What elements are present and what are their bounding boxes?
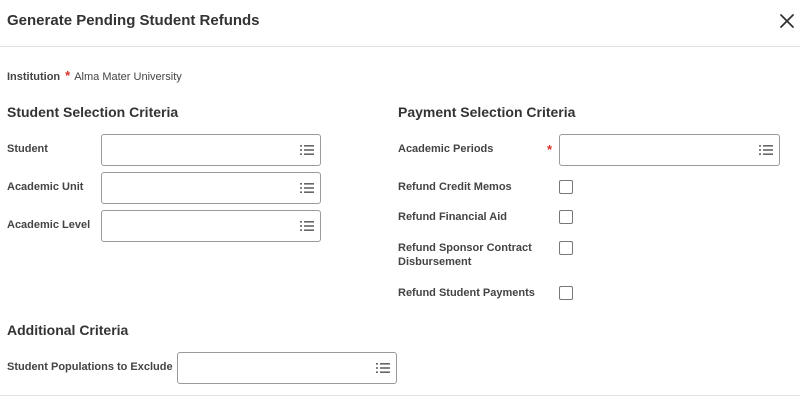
refund-student-payments-label: Refund Student Payments [398,287,535,299]
required-mark: * [65,68,71,83]
list-prompt-icon[interactable] [376,362,390,374]
list-prompt-icon[interactable] [300,220,314,232]
refund-financial-aid-checkbox[interactable] [559,210,573,224]
institution-label: Institution [7,71,61,83]
refund-credit-memos-label: Refund Credit Memos [398,181,512,193]
academic-unit-label: Academic Unit [7,181,84,193]
refund-sponsor-contract-label-line1: Refund Sponsor Contract [398,242,532,254]
refund-financial-aid-label: Refund Financial Aid [398,211,507,223]
divider [0,395,800,396]
academic-periods-input[interactable] [559,134,780,166]
list-prompt-icon[interactable] [300,182,314,194]
refund-student-payments-checkbox[interactable] [559,286,573,300]
student-input[interactable] [101,134,321,166]
student-selection-title: Student Selection Criteria [7,104,179,120]
dialog-header: Generate Pending Student Refunds [0,0,800,47]
academic-periods-label: Academic Periods [398,143,494,155]
academic-level-input[interactable] [101,210,321,242]
institution-row: Institution * Alma Mater University [7,68,182,83]
required-mark: * [547,142,553,157]
student-populations-input[interactable] [177,352,397,384]
refund-sponsor-contract-label: Refund Sponsor Contract Disbursement [398,241,532,269]
academic-level-label: Academic Level [7,219,91,231]
dialog-title: Generate Pending Student Refunds [7,12,260,29]
student-populations-label: Student Populations to Exclude [7,361,173,373]
list-prompt-icon[interactable] [300,144,314,156]
institution-value: Alma Mater University [74,71,182,83]
additional-criteria-title: Additional Criteria [7,322,129,338]
payment-selection-title: Payment Selection Criteria [398,104,576,120]
refund-sponsor-contract-label-line2: Disbursement [398,256,472,268]
refund-credit-memos-checkbox[interactable] [559,180,573,194]
academic-unit-input[interactable] [101,172,321,204]
close-icon[interactable] [778,12,796,30]
student-label: Student [7,143,48,155]
list-prompt-icon[interactable] [759,144,773,156]
refund-sponsor-contract-checkbox[interactable] [559,241,573,255]
